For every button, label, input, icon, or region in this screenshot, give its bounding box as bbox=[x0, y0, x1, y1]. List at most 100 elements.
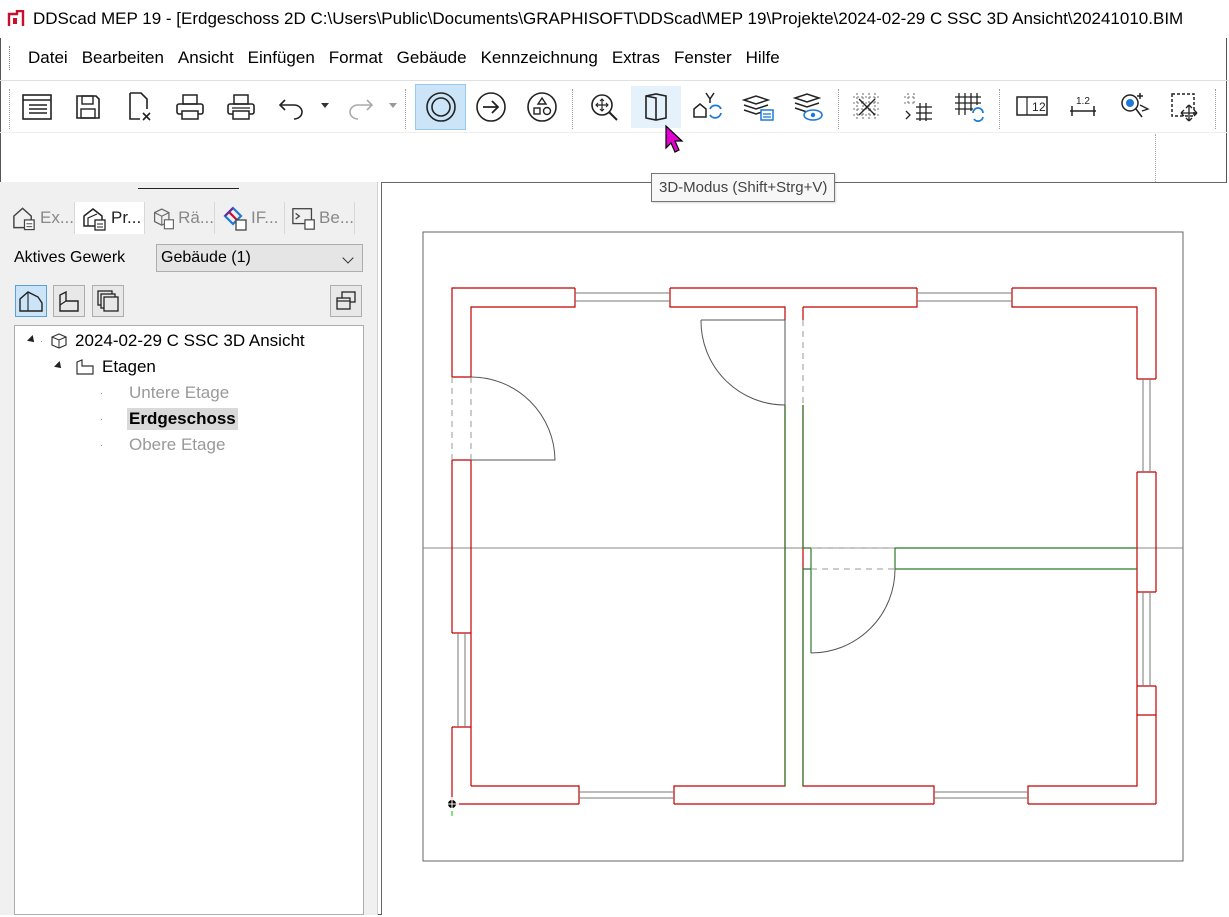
view-layers-button[interactable] bbox=[92, 285, 124, 317]
menu-fenster[interactable]: Fenster bbox=[667, 43, 739, 73]
secondary-toolbar bbox=[0, 132, 1229, 183]
point-select-icon bbox=[1121, 93, 1150, 118]
redo-dropdown-icon[interactable] bbox=[389, 103, 397, 108]
drawing-canvas[interactable] bbox=[381, 182, 1227, 915]
building-icon bbox=[51, 333, 67, 349]
close-file-icon bbox=[129, 92, 151, 121]
tab-label: Pr... bbox=[111, 208, 142, 227]
tooltip-3d-mode: 3D-Modus (Shift+Strg+V) bbox=[651, 173, 836, 202]
save-button[interactable] bbox=[70, 86, 106, 128]
properties-button[interactable] bbox=[19, 86, 55, 128]
symbols-mode-button[interactable] bbox=[524, 86, 560, 128]
svg-text:1: 1 bbox=[1032, 100, 1039, 114]
gewerk-value: Gebäude (1) bbox=[161, 249, 251, 266]
toolbar-separator bbox=[999, 89, 1001, 129]
floor-switch-button[interactable] bbox=[689, 86, 725, 128]
floor-plan[interactable] bbox=[382, 183, 1228, 916]
tab-properties[interactable]: Pr... bbox=[75, 202, 145, 234]
select-mode-button[interactable] bbox=[415, 84, 466, 130]
gewerk-select[interactable]: Gebäude (1) bbox=[156, 244, 363, 272]
menu-grip[interactable] bbox=[9, 46, 13, 70]
tree-connector bbox=[101, 445, 102, 446]
project-panel: Ex... Pr... Rä... IF... Be... Aktives Ge… bbox=[0, 182, 378, 915]
grid-refresh-icon bbox=[955, 93, 984, 122]
window-select-button[interactable] bbox=[1167, 86, 1203, 128]
tab-label: IF... bbox=[251, 208, 279, 227]
print-preview-button[interactable] bbox=[223, 86, 259, 128]
layers-visibility-button[interactable] bbox=[791, 86, 827, 128]
tree-group-etagen[interactable]: Etagen bbox=[102, 357, 156, 377]
svg-text:2: 2 bbox=[1039, 100, 1046, 114]
tab-ifc[interactable]: IF... bbox=[215, 202, 285, 234]
properties-icon bbox=[22, 94, 52, 120]
floor-switch-icon bbox=[693, 92, 722, 119]
arrow-circle-icon bbox=[476, 92, 506, 122]
panel-handle[interactable] bbox=[138, 188, 239, 189]
redo-icon bbox=[349, 99, 374, 120]
floors-icon bbox=[76, 359, 94, 375]
menu-gebaeude[interactable]: Gebäude bbox=[390, 43, 474, 73]
toolbar-grip[interactable] bbox=[9, 89, 11, 129]
building-view-icon bbox=[19, 291, 43, 312]
tree-floor-lower[interactable]: Untere Etage bbox=[129, 383, 229, 403]
measure-button[interactable]: 1.2 bbox=[1065, 86, 1101, 128]
circle-mode-icon bbox=[425, 92, 456, 122]
tab-explorer[interactable]: Ex... bbox=[5, 202, 75, 234]
menu-datei[interactable]: Datei bbox=[21, 43, 75, 73]
menu-format[interactable]: Format bbox=[322, 43, 390, 73]
menu-bearbeiten[interactable]: Bearbeiten bbox=[75, 43, 171, 73]
inner-walls bbox=[784, 405, 1137, 786]
shapes-icon bbox=[527, 92, 557, 122]
layers-eye-icon bbox=[792, 93, 823, 121]
redo-button[interactable] bbox=[342, 86, 378, 128]
snap-grid-icon bbox=[853, 93, 881, 121]
menu-ansicht[interactable]: Ansicht bbox=[171, 43, 241, 73]
point-select-button[interactable] bbox=[1116, 86, 1152, 128]
view-floor-button[interactable] bbox=[53, 285, 85, 317]
menu-einfuegen[interactable]: Einfügen bbox=[241, 43, 322, 73]
menu-kennzeichnung[interactable]: Kennzeichnung bbox=[474, 43, 605, 73]
collapse-all-button[interactable] bbox=[330, 285, 362, 317]
room-icon bbox=[153, 208, 174, 230]
outer-walls bbox=[451, 287, 1157, 805]
house-props-icon bbox=[83, 208, 106, 231]
project-tree[interactable]: 2024-02-29 C SSC 3D Ansicht Etagen Unter… bbox=[14, 325, 364, 915]
snap-grid-button[interactable] bbox=[849, 86, 885, 128]
expand-triangle-icon[interactable] bbox=[27, 335, 37, 345]
tab-commands[interactable]: Be... bbox=[285, 202, 355, 234]
grid-refresh-button[interactable] bbox=[951, 86, 987, 128]
window-select-icon bbox=[1171, 93, 1198, 122]
3d-cube-icon bbox=[645, 93, 667, 121]
print-button[interactable] bbox=[172, 86, 208, 128]
stacked-pages-icon bbox=[97, 290, 119, 312]
zoom-button[interactable] bbox=[586, 86, 622, 128]
3d-mode-button[interactable] bbox=[631, 86, 681, 128]
tree-connector bbox=[41, 341, 42, 342]
menu-hilfe[interactable]: Hilfe bbox=[739, 43, 787, 73]
tree-project[interactable]: 2024-02-29 C SSC 3D Ansicht bbox=[75, 331, 305, 351]
tab-label: Rä... bbox=[178, 208, 214, 227]
measure-icon: 1.2 bbox=[1070, 96, 1096, 116]
tab-rooms[interactable]: Rä... bbox=[145, 202, 215, 234]
close-file-button[interactable] bbox=[121, 86, 157, 128]
window-title: DDScad MEP 19 - [Erdgeschoss 2D C:\Users… bbox=[33, 9, 1184, 28]
main-toolbar: 12 1.2 bbox=[0, 80, 1229, 133]
tree-floor-active[interactable]: Erdgeschoss bbox=[127, 408, 238, 430]
menu-extras[interactable]: Extras bbox=[605, 43, 667, 73]
door-swings bbox=[470, 319, 896, 654]
command-icon bbox=[292, 208, 315, 230]
save-icon bbox=[76, 95, 100, 119]
door-openings bbox=[451, 320, 895, 570]
tree-floor-upper[interactable]: Obere Etage bbox=[129, 435, 225, 455]
layers-button[interactable] bbox=[740, 86, 776, 128]
undo-button[interactable] bbox=[274, 86, 310, 128]
view-building-button[interactable] bbox=[15, 285, 47, 317]
house-list-icon bbox=[13, 207, 35, 231]
undo-dropdown-icon[interactable] bbox=[321, 103, 329, 108]
toolbar-separator bbox=[1155, 134, 1157, 182]
grid-move-button[interactable] bbox=[900, 86, 936, 128]
dimension-button[interactable]: 12 bbox=[1014, 86, 1050, 128]
arrow-mode-button[interactable] bbox=[473, 86, 509, 128]
menu-bar: Datei Bearbeiten Ansicht Einfügen Format… bbox=[9, 42, 787, 74]
expand-triangle-icon[interactable] bbox=[54, 361, 64, 371]
